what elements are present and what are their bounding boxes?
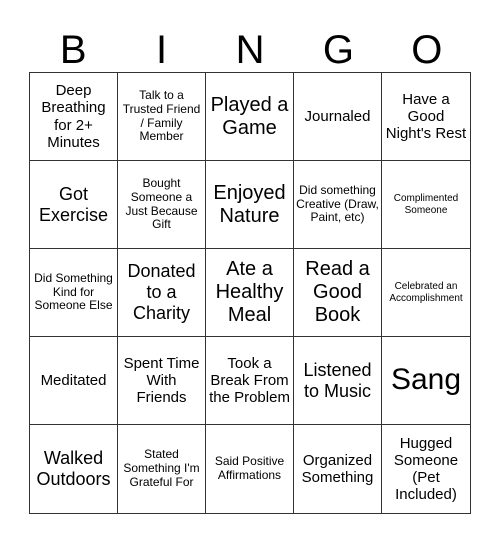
bingo-cell[interactable]: Spent Time With Friends	[118, 337, 206, 425]
bingo-cell[interactable]: Have a Good Night's Rest	[382, 73, 470, 161]
header-letter-n: N	[235, 28, 265, 72]
bingo-cell[interactable]: Enjoyed Nature	[206, 161, 294, 249]
bingo-cell[interactable]: Hugged Someone (Pet Included)	[382, 425, 470, 513]
bingo-cell[interactable]: Said Positive Affirmations	[206, 425, 294, 513]
header-letter-b: B	[59, 28, 87, 72]
bingo-header: B I N G O	[29, 28, 471, 72]
bingo-cell[interactable]: Played a Game	[206, 73, 294, 161]
header-letter-o: O	[411, 28, 443, 72]
bingo-cell[interactable]: Walked Outdoors	[30, 425, 118, 513]
header-letter-g: G	[322, 28, 354, 72]
bingo-cell[interactable]: Ate a Healthy Meal	[206, 249, 294, 337]
bingo-cell[interactable]: Donated to a Charity	[118, 249, 206, 337]
bingo-grid: Deep Breathing for 2+ Minutes Talk to a T…	[29, 72, 471, 514]
bingo-cell[interactable]: Celebrated an Accomplishment	[382, 249, 470, 337]
bingo-cell[interactable]: Bought Someone a Just Because Gift	[118, 161, 206, 249]
bingo-cell[interactable]: Got Exercise	[30, 161, 118, 249]
bingo-cell[interactable]: Deep Breathing for 2+ Minutes	[30, 73, 118, 161]
bingo-cell[interactable]: Journaled	[294, 73, 382, 161]
bingo-cell[interactable]: Sang	[382, 337, 470, 425]
bingo-cell[interactable]: Stated Something I'm Grateful For	[118, 425, 206, 513]
header-letter-i: I	[156, 28, 168, 72]
bingo-cell[interactable]: Listened to Music	[294, 337, 382, 425]
bingo-cell[interactable]: Did something Creative (Draw, Paint, etc…	[294, 161, 382, 249]
bingo-cell[interactable]: Meditated	[30, 337, 118, 425]
bingo-cell[interactable]: Talk to a Trusted Friend / Family Member	[118, 73, 206, 161]
bingo-cell[interactable]: Took a Break From the Problem	[206, 337, 294, 425]
bingo-cell[interactable]: Complimented Someone	[382, 161, 470, 249]
bingo-cell[interactable]: Did Something Kind for Someone Else	[30, 249, 118, 337]
bingo-cell[interactable]: Read a Good Book	[294, 249, 382, 337]
bingo-cell[interactable]: Organized Something	[294, 425, 382, 513]
